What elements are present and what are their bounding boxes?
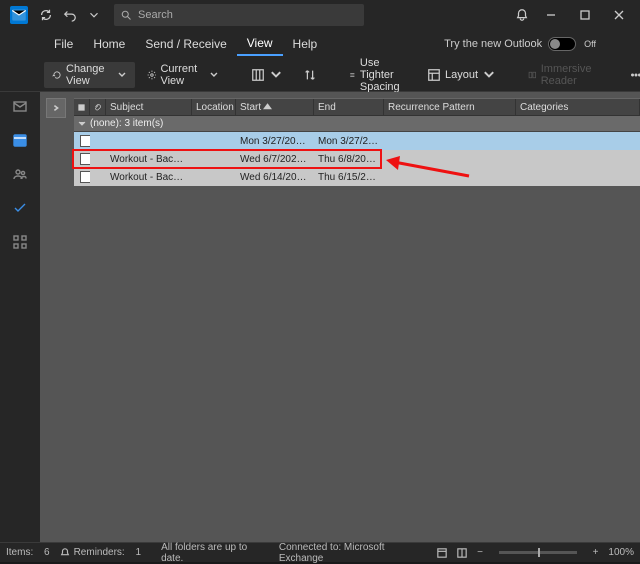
menu-home[interactable]: Home (83, 33, 135, 55)
sort-icon (303, 68, 317, 82)
current-view-button[interactable]: Current View (139, 62, 228, 88)
layout-button[interactable]: Layout (419, 62, 504, 88)
cell-start: Wed 6/7/2023 12... (236, 154, 314, 165)
status-reminders[interactable]: Reminders: 1 (60, 547, 141, 558)
menu-file[interactable]: File (44, 33, 83, 55)
cell-start: Wed 6/14/2023 1... (236, 172, 314, 183)
chevron-down-icon (269, 68, 283, 82)
calendar-item-icon (80, 153, 90, 165)
gear-icon (147, 68, 157, 82)
ribbon: Change View Current View Use Tighter Spa… (0, 58, 640, 92)
layout-icon (427, 68, 441, 82)
chevron-down-icon (209, 68, 219, 82)
nav-more-icon[interactable] (8, 230, 32, 254)
navigation-rail (0, 92, 40, 542)
bell-icon (60, 548, 70, 558)
spacing-icon (349, 68, 356, 82)
cell-subject: Workout - Back & tri... (106, 172, 192, 183)
status-bar: Items: 6 Reminders: 1 All folders are up… (0, 542, 640, 562)
nav-calendar-icon[interactable] (8, 128, 32, 152)
expand-folder-pane-button[interactable] (46, 98, 66, 118)
chevron-down-icon (482, 68, 496, 82)
grid-header-row: Subject Location Start End Recurrence Pa… (74, 98, 640, 116)
table-row[interactable]: Workout - Back & tri... Wed 6/7/2023 12.… (74, 150, 640, 168)
header-attachment-col[interactable] (90, 99, 106, 115)
cell-start: Mon 3/27/2023 8... (236, 136, 314, 147)
book-icon (528, 68, 537, 82)
outlook-app-icon (10, 6, 28, 24)
try-new-outlook-toggle[interactable] (548, 37, 576, 51)
window-minimize-button[interactable] (534, 1, 568, 29)
zoom-level: 100% (608, 547, 634, 558)
menu-bar: File Home Send / Receive View Help Try t… (0, 30, 640, 58)
status-sync: All folders are up to date. (161, 542, 269, 564)
tighter-spacing-button[interactable]: Use Tighter Spacing (341, 62, 415, 88)
header-end[interactable]: End (314, 99, 384, 115)
calendar-item-icon (80, 135, 90, 147)
menu-help[interactable]: Help (283, 33, 328, 55)
window-close-button[interactable] (602, 1, 636, 29)
content-pane: Subject Location Start End Recurrence Pa… (40, 92, 640, 542)
zoom-in-button[interactable]: + (593, 547, 599, 558)
columns-icon (251, 68, 265, 82)
appointments-grid: Subject Location Start End Recurrence Pa… (74, 98, 640, 186)
header-start[interactable]: Start (236, 99, 314, 115)
search-input[interactable]: Search (114, 4, 364, 26)
chevron-down-icon (78, 120, 86, 128)
columns-button[interactable] (243, 62, 291, 88)
header-icon-col[interactable] (74, 99, 90, 115)
group-header[interactable]: (none): 3 item(s) (74, 116, 640, 132)
change-view-button[interactable]: Change View (44, 62, 135, 88)
chevron-down-icon (117, 68, 127, 82)
search-icon (120, 9, 132, 21)
menu-send-receive[interactable]: Send / Receive (135, 33, 236, 55)
title-bar: Search (0, 0, 640, 30)
table-row[interactable]: Mon 3/27/2023 8... Mon 3/27/2023 ... (74, 132, 640, 150)
view-normal-button[interactable] (437, 548, 447, 558)
search-placeholder: Search (138, 9, 173, 21)
zoom-slider[interactable] (499, 551, 577, 554)
ellipsis-icon (629, 68, 640, 82)
header-categories[interactable]: Categories (516, 99, 640, 115)
header-location[interactable]: Location (192, 99, 236, 115)
view-reading-button[interactable] (457, 548, 467, 558)
window-maximize-button[interactable] (568, 1, 602, 29)
calendar-item-icon (80, 171, 90, 183)
sort-button[interactable] (295, 62, 325, 88)
header-recurrence[interactable]: Recurrence Pattern (384, 99, 516, 115)
table-row[interactable]: Workout - Back & tri... Wed 6/14/2023 1.… (74, 168, 640, 186)
zoom-out-button[interactable]: − (477, 547, 483, 558)
header-subject[interactable]: Subject (106, 99, 192, 115)
status-items-count: Items: 6 (6, 547, 50, 558)
ribbon-overflow-button[interactable] (621, 62, 640, 88)
nav-mail-icon[interactable] (8, 94, 32, 118)
nav-people-icon[interactable] (8, 162, 32, 186)
menu-view[interactable]: View (237, 32, 283, 56)
change-view-icon (52, 68, 62, 82)
cell-end: Thu 6/8/2023 12:... (314, 154, 384, 165)
immersive-reader-button: Immersive Reader (520, 62, 605, 88)
cell-subject: Workout - Back & tri... (106, 154, 192, 165)
toggle-state: Off (584, 39, 596, 49)
cell-end: Thu 6/15/2023 1... (314, 172, 384, 183)
sort-ascending-icon (263, 103, 272, 112)
undo-icon[interactable] (58, 3, 82, 27)
notifications-icon[interactable] (510, 3, 534, 27)
nav-tasks-icon[interactable] (8, 196, 32, 220)
status-connection: Connected to: Microsoft Exchange (279, 542, 427, 564)
try-new-outlook-label: Try the new Outlook (444, 38, 542, 50)
cell-end: Mon 3/27/2023 ... (314, 136, 384, 147)
sync-icon[interactable] (34, 3, 58, 27)
qat-dropdown-icon[interactable] (82, 3, 106, 27)
